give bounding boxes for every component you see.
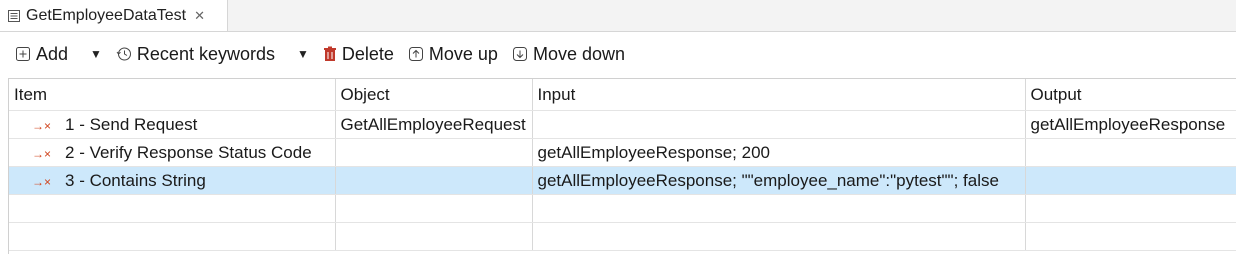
cell-item[interactable]: →× 2 - Verify Response Status Code <box>9 138 336 167</box>
tab-title: GetEmployeeDataTest <box>26 6 187 24</box>
cell-output[interactable]: getAllEmployeeResponse <box>1025 110 1236 139</box>
cell-input[interactable]: getAllEmployeeResponse; 200 <box>532 138 1026 167</box>
cell-output[interactable] <box>1025 166 1236 195</box>
trash-icon <box>323 46 336 61</box>
close-icon[interactable]: ✕ <box>194 8 205 24</box>
arrow-up-icon <box>408 47 423 61</box>
cell-input[interactable]: getAllEmployeeResponse; ""employee_name"… <box>532 166 1026 195</box>
move-down-label: Move down <box>532 43 626 64</box>
test-case-icon <box>7 9 21 23</box>
recent-keywords-button[interactable]: Recent keywords <box>116 44 275 65</box>
add-button[interactable]: Add <box>15 44 68 65</box>
keyword-step-icon: →× <box>32 118 52 133</box>
column-header-output[interactable]: Output <box>1025 79 1236 111</box>
empty-table-row[interactable] <box>9 222 1236 251</box>
history-icon <box>116 47 131 61</box>
item-label: 3 - Contains String <box>65 170 206 190</box>
cell-item[interactable]: →× 3 - Contains String <box>9 166 336 195</box>
delete-label: Delete <box>341 43 394 64</box>
item-label: 2 - Verify Response Status Code <box>65 142 312 162</box>
move-up-label: Move up <box>428 43 498 64</box>
cell-object[interactable]: GetAllEmployeeRequest <box>335 110 533 139</box>
recent-dropdown-arrow-icon[interactable]: ▼ <box>297 47 309 61</box>
cell-item[interactable]: →× 1 - Send Request <box>9 110 336 139</box>
move-up-button[interactable]: Move up <box>408 44 498 65</box>
arrow-down-icon <box>512 47 527 61</box>
table-row-selected[interactable]: →× 3 - Contains String getAllEmployeeResp… <box>9 166 1236 195</box>
column-header-input[interactable]: Input <box>532 79 1026 111</box>
recent-keywords-label: Recent keywords <box>136 43 275 64</box>
toolbar: Add ▼ Recent keywords ▼ Delete Move up M… <box>0 40 1236 68</box>
editor-tab-bar: GetEmployeeDataTest ✕ <box>0 0 1236 32</box>
column-header-object[interactable]: Object <box>335 79 533 111</box>
tab-get-employee-data-test[interactable]: GetEmployeeDataTest ✕ <box>0 0 228 31</box>
cell-output[interactable] <box>1025 138 1236 167</box>
cell-input[interactable] <box>532 110 1026 139</box>
column-header-item[interactable]: Item <box>9 79 336 111</box>
cell-object[interactable] <box>335 138 533 167</box>
keyword-table: Item Object Input Output →× 1 - Send Requ… <box>8 78 1236 254</box>
empty-table-row[interactable] <box>9 194 1236 223</box>
keyword-step-icon: →× <box>32 146 52 161</box>
add-label: Add <box>36 43 69 64</box>
table-row[interactable]: →× 1 - Send Request GetAllEmployeeRequest… <box>9 110 1236 139</box>
add-icon <box>16 47 30 61</box>
add-dropdown-arrow-icon[interactable]: ▼ <box>90 47 102 61</box>
item-label: 1 - Send Request <box>65 114 198 134</box>
keyword-step-icon: →× <box>32 174 52 189</box>
move-down-button[interactable]: Move down <box>512 44 625 65</box>
cell-object[interactable] <box>335 166 533 195</box>
table-row[interactable]: →× 2 - Verify Response Status Code getAll… <box>9 138 1236 167</box>
delete-button[interactable]: Delete <box>323 44 394 65</box>
table-header-row: Item Object Input Output <box>9 79 1236 111</box>
